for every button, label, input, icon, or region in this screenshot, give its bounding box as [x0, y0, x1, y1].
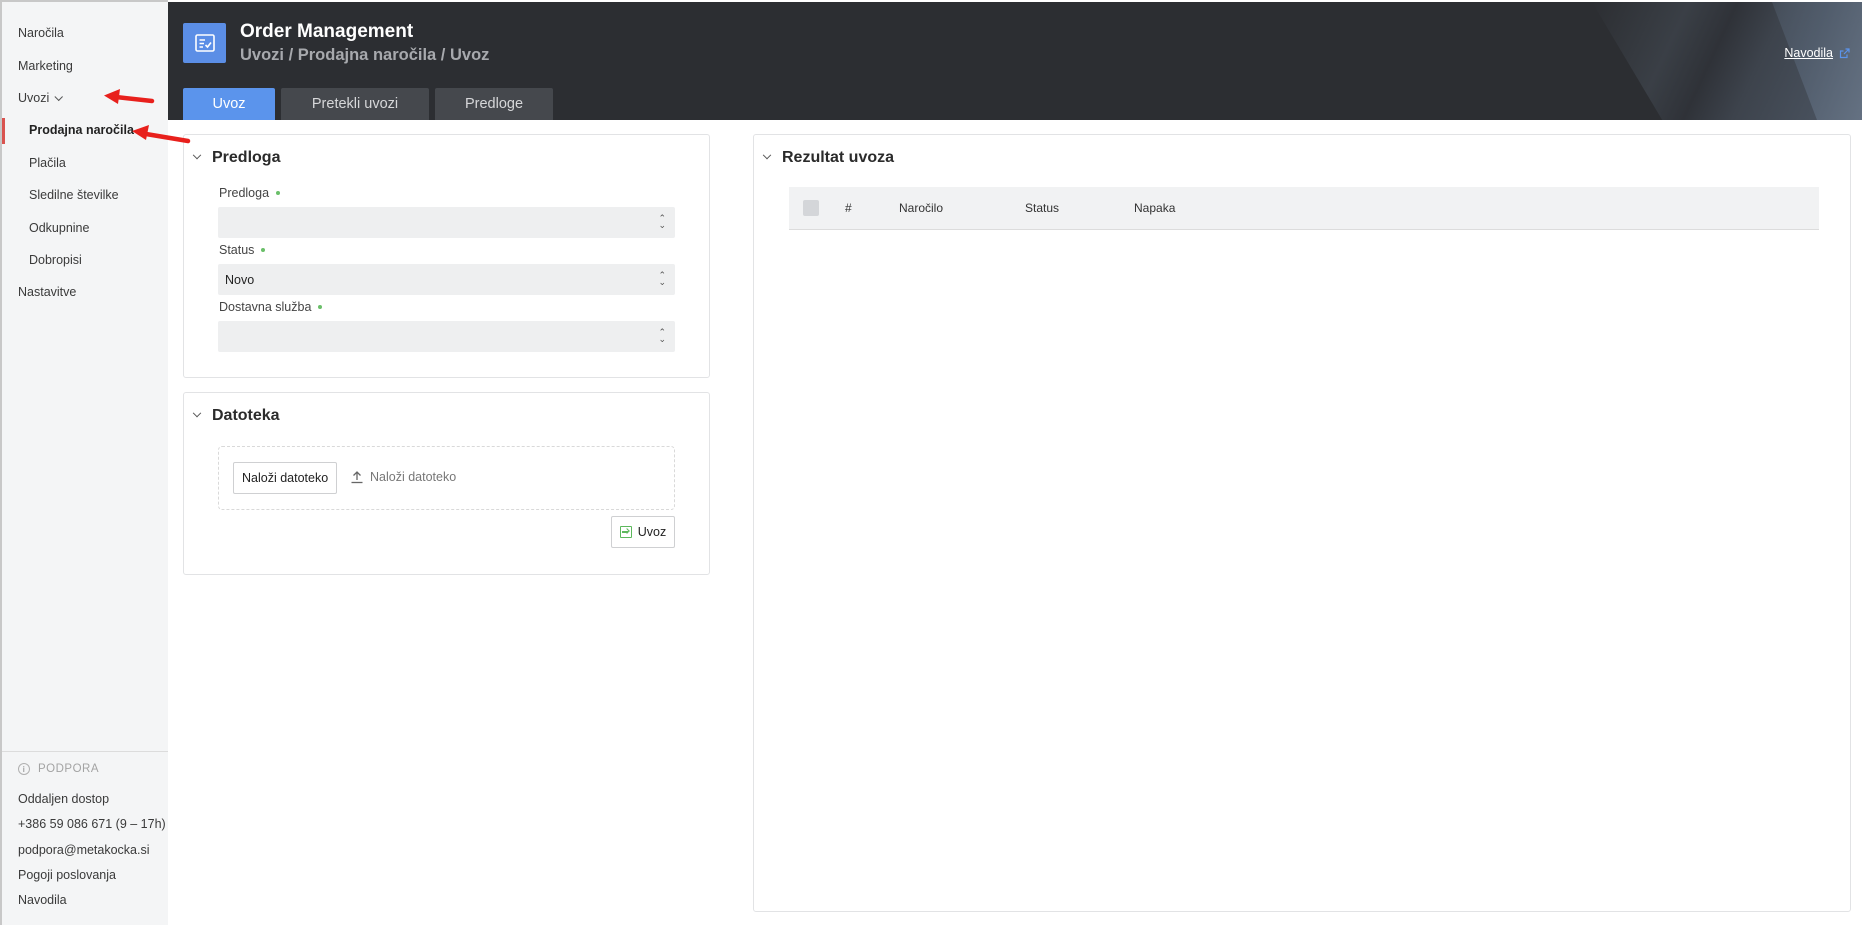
template-panel: Predloga Predloga ⌃ ⌄ Status Novo ⌃ ⌄ Dost… [183, 134, 710, 378]
template-panel-title: Predloga [212, 149, 281, 166]
delivery-service-select[interactable]: ⌃ ⌄ [218, 321, 675, 352]
result-table-header: # Naročilo Status Napaka [789, 187, 1819, 230]
status-select-value: Novo [225, 272, 255, 287]
sidebar-item-prodajna-narocila[interactable]: Prodajna naročila [29, 123, 134, 137]
sidebar-item-placila[interactable]: Plačila [29, 156, 66, 170]
column-header-error[interactable]: Napaka [1134, 201, 1175, 215]
sidebar-item-uvozi[interactable]: Uvozi [18, 91, 64, 105]
select-arrows-icon: ⌃ ⌄ [658, 213, 666, 230]
select-arrows-icon: ⌃ ⌄ [658, 270, 666, 287]
status-field-label: Status [219, 243, 266, 257]
template-label-text: Predloga [219, 186, 270, 200]
upload-hint[interactable]: Naloži datoteko [350, 470, 456, 484]
import-icon [619, 526, 632, 538]
page-header: Order Management Uvozi / Prodajna naroči… [168, 2, 1862, 120]
help-link-label: Navodila [1784, 46, 1833, 60]
breadcrumb: Uvozi / Prodajna naročila / Uvoz [240, 46, 490, 64]
chevron-down-icon [192, 408, 202, 418]
sidebar-item-sledilne-stevilke[interactable]: Sledilne številke [29, 188, 119, 202]
required-indicator [276, 191, 281, 195]
column-header-status[interactable]: Status [1025, 201, 1059, 215]
file-panel: Datoteka Naloži datoteko Naloži datoteko… [183, 392, 710, 575]
support-heading: i PODPORA [18, 763, 99, 775]
template-select[interactable]: ⌃ ⌄ [218, 207, 675, 238]
select-arrows-icon: ⌃ ⌄ [658, 327, 666, 344]
sidebar-item-dobropisi[interactable]: Dobropisi [29, 253, 82, 267]
chevron-down-icon [192, 150, 202, 160]
support-remote-access[interactable]: Oddaljen dostop [18, 792, 109, 806]
sidebar-item-uvozi-label: Uvozi [18, 91, 50, 105]
chevron-down-icon [762, 150, 772, 160]
import-button-label: Uvoz [637, 525, 667, 539]
sidebar-item-narocila[interactable]: Naročila [18, 26, 64, 40]
annotation-arrow [132, 125, 191, 144]
status-select[interactable]: Novo ⌃ ⌄ [218, 264, 675, 295]
page-title: Order Management [240, 21, 414, 42]
active-indicator [2, 118, 5, 144]
order-management-icon [183, 23, 226, 63]
upload-icon [351, 471, 363, 484]
tab-predloge[interactable]: Predloge [435, 88, 553, 120]
sidebar-item-nastavitve[interactable]: Nastavitve [18, 285, 76, 299]
result-panel-title: Rezultat uvoza [782, 149, 895, 166]
required-indicator [261, 248, 266, 252]
column-header-number[interactable]: # [845, 201, 852, 215]
tab-uvoz[interactable]: Uvoz [183, 88, 275, 120]
file-dropzone[interactable]: Naloži datoteko Naloži datoteko [218, 446, 675, 510]
column-header-order[interactable]: Naročilo [899, 201, 943, 215]
support-terms[interactable]: Pogoji poslovanja [18, 868, 116, 882]
import-button[interactable]: Uvoz [611, 516, 675, 548]
help-link[interactable]: Navodila [1784, 46, 1850, 60]
delivery-service-field-label: Dostavna služba [219, 300, 323, 314]
template-panel-header[interactable]: Predloga [192, 149, 281, 167]
support-email[interactable]: podpora@metakocka.si [18, 843, 150, 857]
support-phone[interactable]: +386 59 086 671 (9 – 17h) [18, 817, 166, 831]
result-panel-header[interactable]: Rezultat uvoza [762, 149, 895, 167]
select-all-checkbox[interactable] [803, 200, 819, 216]
external-link-icon [1839, 47, 1850, 58]
annotation-arrow [104, 89, 155, 104]
support-heading-label: PODPORA [38, 763, 100, 775]
status-label-text: Status [219, 243, 255, 257]
upload-hint-label: Naloži datoteko [370, 470, 457, 484]
file-panel-header[interactable]: Datoteka [192, 407, 280, 425]
support-divider [2, 751, 168, 752]
file-panel-title: Datoteka [212, 407, 280, 424]
sidebar-item-odkupnine[interactable]: Odkupnine [29, 221, 89, 235]
template-field-label: Predloga [219, 186, 281, 200]
upload-file-button[interactable]: Naloži datoteko [233, 462, 338, 494]
required-indicator [318, 305, 323, 309]
tab-pretekli-uvozi[interactable]: Pretekli uvozi [281, 88, 429, 120]
import-result-panel: Rezultat uvoza # Naročilo Status Napaka [753, 134, 1851, 912]
info-icon: i [18, 763, 30, 775]
chevron-down-icon [54, 92, 64, 102]
support-help[interactable]: Navodila [18, 893, 67, 907]
delivery-service-label-text: Dostavna služba [219, 300, 312, 314]
sidebar-item-marketing[interactable]: Marketing [18, 59, 73, 73]
